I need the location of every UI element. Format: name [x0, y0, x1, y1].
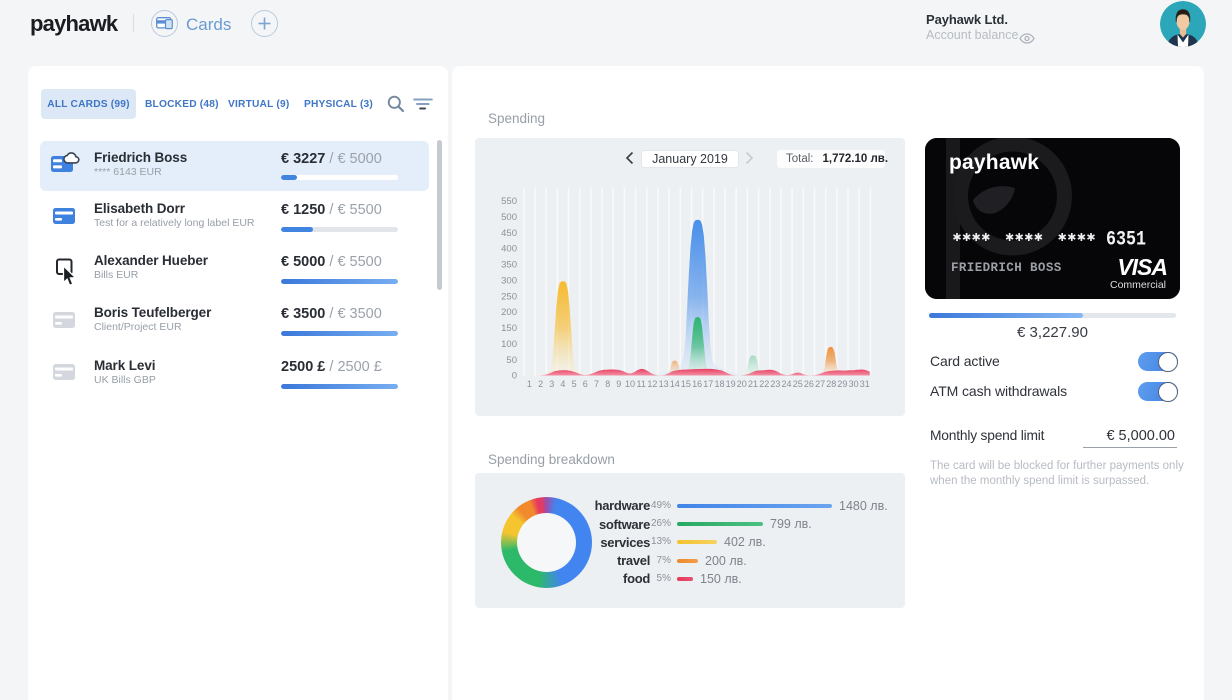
svg-text:5: 5 — [572, 379, 577, 389]
svg-text:27: 27 — [815, 379, 825, 389]
svg-text:50: 50 — [506, 355, 517, 366]
svg-text:3: 3 — [549, 379, 554, 389]
svg-text:18: 18 — [714, 379, 724, 389]
svg-text:17: 17 — [703, 379, 713, 389]
svg-text:12: 12 — [647, 379, 657, 389]
svg-text:31: 31 — [860, 379, 870, 389]
svg-text:6351: 6351 — [1106, 229, 1146, 252]
svg-text:350: 350 — [501, 260, 517, 271]
svg-text:13: 13 — [659, 379, 669, 389]
svg-text:550: 550 — [501, 196, 517, 207]
svg-text:14: 14 — [670, 379, 680, 389]
svg-text:4: 4 — [560, 379, 565, 389]
svg-text:250: 250 — [501, 291, 517, 302]
svg-text:24: 24 — [781, 379, 791, 389]
svg-text:29: 29 — [837, 379, 847, 389]
svg-text:400: 400 — [501, 244, 517, 255]
svg-text:23: 23 — [770, 379, 780, 389]
svg-text:30: 30 — [849, 379, 859, 389]
svg-text:450: 450 — [501, 228, 517, 239]
svg-text:9: 9 — [616, 379, 621, 389]
svg-text:100: 100 — [501, 339, 517, 350]
svg-text:8: 8 — [605, 379, 610, 389]
svg-text:1: 1 — [527, 379, 532, 389]
svg-text:28: 28 — [826, 379, 836, 389]
svg-text:200: 200 — [501, 307, 517, 318]
svg-text:2: 2 — [538, 379, 543, 389]
svg-text:19: 19 — [726, 379, 736, 389]
svg-text:26: 26 — [804, 379, 814, 389]
svg-text:10: 10 — [625, 379, 635, 389]
svg-text:300: 300 — [501, 275, 517, 286]
svg-text:22: 22 — [759, 379, 769, 389]
svg-text:500: 500 — [501, 212, 517, 223]
svg-text:20: 20 — [737, 379, 747, 389]
svg-text:15: 15 — [681, 379, 691, 389]
svg-text:16: 16 — [692, 379, 702, 389]
svg-text:150: 150 — [501, 323, 517, 334]
svg-text:7: 7 — [594, 379, 599, 389]
svg-text:0: 0 — [512, 371, 517, 382]
svg-text:6: 6 — [583, 379, 588, 389]
svg-text:11: 11 — [637, 379, 646, 389]
svg-text:25: 25 — [793, 379, 803, 389]
svg-text:21: 21 — [748, 379, 758, 389]
